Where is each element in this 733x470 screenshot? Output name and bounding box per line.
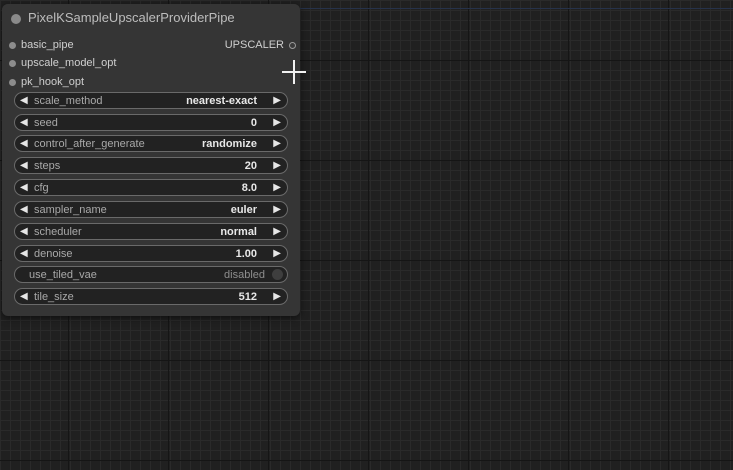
widget-scheduler[interactable]: ◀ scheduler normal ▶: [14, 223, 288, 240]
input-label: basic_pipe: [21, 39, 74, 51]
widget-use-tiled-vae[interactable]: use_tiled_vae disabled: [14, 266, 288, 283]
left-arrow-icon[interactable]: ◀: [20, 181, 28, 195]
right-arrow-icon[interactable]: ▶: [273, 203, 281, 217]
collapse-dot-icon[interactable]: [11, 14, 21, 24]
widget-label: sampler_name: [34, 204, 107, 216]
input-label: upscale_model_opt: [21, 57, 117, 69]
widget-label: scheduler: [34, 226, 82, 238]
left-arrow-icon[interactable]: ◀: [20, 203, 28, 217]
right-arrow-icon[interactable]: ▶: [273, 137, 281, 151]
right-arrow-icon[interactable]: ▶: [273, 116, 281, 130]
widget-label: denoise: [34, 248, 73, 260]
widget-value: nearest-exact: [186, 95, 257, 107]
toggle-knob-icon[interactable]: [272, 269, 283, 280]
crosshair-cursor-icon: [282, 60, 306, 84]
right-arrow-icon[interactable]: ▶: [273, 247, 281, 261]
output-label: UPSCALER: [224, 39, 284, 51]
widget-value: randomize: [201, 138, 257, 150]
right-arrow-icon[interactable]: ▶: [273, 159, 281, 173]
widget-value: 512: [238, 291, 257, 303]
widget-value: 0: [250, 117, 257, 129]
output-dot-icon[interactable]: [289, 42, 296, 49]
input-slot-upscale-model-opt[interactable]: upscale_model_opt: [4, 56, 154, 72]
widget-label: seed: [34, 117, 58, 129]
right-arrow-icon[interactable]: ▶: [273, 290, 281, 304]
widget-denoise[interactable]: ◀ denoise 1.00 ▶: [14, 245, 288, 262]
input-dot-icon[interactable]: [9, 79, 16, 86]
left-arrow-icon[interactable]: ◀: [20, 137, 28, 151]
left-arrow-icon[interactable]: ◀: [20, 94, 28, 108]
left-arrow-icon[interactable]: ◀: [20, 116, 28, 130]
input-slot-basic-pipe[interactable]: basic_pipe: [4, 38, 154, 54]
canvas-link-line: [300, 8, 733, 9]
left-arrow-icon[interactable]: ◀: [20, 290, 28, 304]
widget-cfg[interactable]: ◀ cfg 8.0 ▶: [14, 179, 288, 196]
widget-label: tile_size: [34, 291, 74, 303]
left-arrow-icon[interactable]: ◀: [20, 225, 28, 239]
left-arrow-icon[interactable]: ◀: [20, 159, 28, 173]
right-arrow-icon[interactable]: ▶: [273, 225, 281, 239]
widget-control-after-generate[interactable]: ◀ control_after_generate randomize ▶: [14, 135, 288, 152]
right-arrow-icon[interactable]: ▶: [273, 94, 281, 108]
widget-value: normal: [220, 226, 257, 238]
widget-value: disabled: [224, 269, 265, 281]
widget-tile-size[interactable]: ◀ tile_size 512 ▶: [14, 288, 288, 305]
widget-label: control_after_generate: [34, 138, 145, 150]
widget-value: 20: [244, 160, 257, 172]
widget-value: euler: [230, 204, 257, 216]
node-title: PixelKSampleUpscalerProviderPipe: [28, 10, 235, 25]
output-slot-upscaler[interactable]: UPSCALER: [160, 38, 300, 54]
input-dot-icon[interactable]: [9, 42, 16, 49]
input-dot-icon[interactable]: [9, 60, 16, 67]
widget-value: 1.00: [235, 248, 257, 260]
right-arrow-icon[interactable]: ▶: [273, 181, 281, 195]
node-title-bar[interactable]: PixelKSampleUpscalerProviderPipe: [2, 4, 300, 32]
input-slot-pk-hook-opt[interactable]: pk_hook_opt: [4, 75, 154, 91]
widget-label: scale_method: [34, 95, 103, 107]
left-arrow-icon[interactable]: ◀: [20, 247, 28, 261]
widget-sampler-name[interactable]: ◀ sampler_name euler ▶: [14, 201, 288, 218]
widget-value: 8.0: [241, 182, 257, 194]
widget-scale-method[interactable]: ◀ scale_method nearest-exact ▶: [14, 92, 288, 109]
widget-seed[interactable]: ◀ seed 0 ▶: [14, 114, 288, 131]
widget-label: steps: [34, 160, 61, 172]
widget-label: use_tiled_vae: [29, 269, 97, 281]
node-pixelksampleupscalerproviderpipe[interactable]: PixelKSampleUpscalerProviderPipe basic_p…: [2, 4, 300, 316]
widget-label: cfg: [34, 182, 49, 194]
widget-steps[interactable]: ◀ steps 20 ▶: [14, 157, 288, 174]
input-label: pk_hook_opt: [21, 76, 84, 88]
